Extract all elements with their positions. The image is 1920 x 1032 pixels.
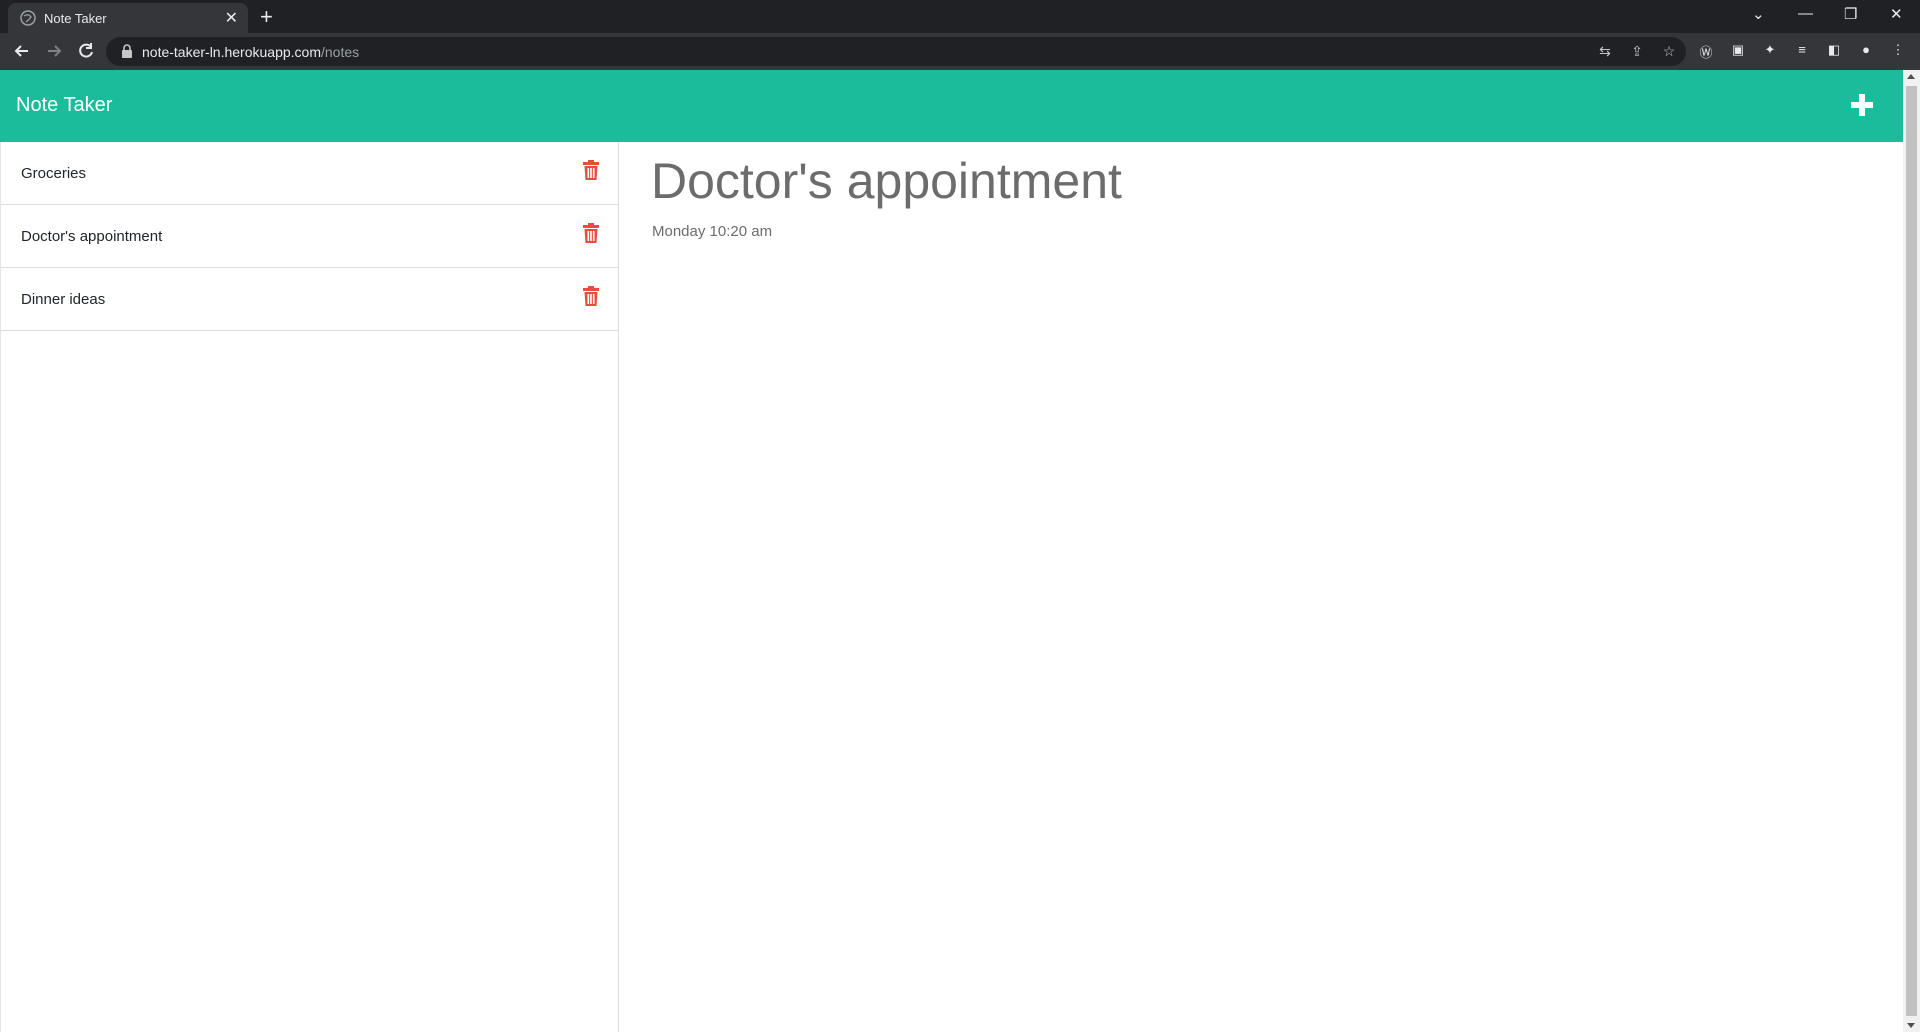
reload-icon[interactable]	[76, 41, 96, 61]
new-note-plus-icon[interactable]	[1849, 92, 1875, 118]
note-label: Doctor's appointment	[21, 228, 163, 245]
minimize-icon[interactable]: —	[1798, 5, 1813, 22]
note-list-item[interactable]: Groceries	[1, 142, 618, 205]
extensions-puzzle-icon[interactable]: ✦	[1760, 42, 1780, 62]
delete-trash-icon[interactable]	[582, 286, 600, 306]
note-label: Dinner ideas	[21, 291, 106, 308]
lock-icon	[122, 44, 132, 58]
browser-tab-bar: Note Taker ✕ + ⌄ — ❐ ✕	[0, 0, 1920, 33]
translate-icon[interactable]: ⇆	[1596, 43, 1614, 61]
share-icon[interactable]: ⇪	[1628, 43, 1646, 61]
note-list-item[interactable]: Dinner ideas	[1, 268, 618, 331]
note-editor: Doctor's appointment Monday 10:20 am	[620, 142, 1903, 1032]
tab-search-icon[interactable]: ⌄	[1752, 5, 1765, 23]
restore-icon[interactable]: ❐	[1844, 5, 1857, 23]
globe-icon	[20, 10, 36, 26]
url-path: /notes	[321, 44, 360, 60]
scroll-up-arrow-icon[interactable]	[1907, 74, 1915, 79]
back-icon[interactable]	[12, 41, 32, 61]
url-host: note-taker-ln.herokuapp.com	[142, 44, 321, 60]
extension-w-icon[interactable]: Ⓦ	[1696, 42, 1716, 62]
browser-tab[interactable]: Note Taker ✕	[8, 3, 248, 33]
delete-trash-icon[interactable]	[582, 160, 600, 180]
close-window-icon[interactable]: ✕	[1890, 5, 1903, 23]
address-bar[interactable]: note-taker-ln.herokuapp.com/notes ⇆ ⇪ ☆	[106, 37, 1686, 66]
url-text: note-taker-ln.herokuapp.com/notes	[142, 44, 359, 60]
close-tab-icon[interactable]: ✕	[225, 8, 238, 28]
bookmark-star-icon[interactable]: ☆	[1660, 43, 1678, 61]
new-tab-icon[interactable]: +	[260, 4, 273, 30]
tab-title: Note Taker	[44, 11, 107, 26]
profile-avatar[interactable]: ●	[1856, 42, 1876, 62]
app-brand[interactable]: Note Taker	[16, 94, 112, 117]
reading-list-icon[interactable]: ≡	[1792, 42, 1812, 62]
note-label: Groceries	[21, 165, 87, 182]
browser-toolbar: note-taker-ln.herokuapp.com/notes ⇆ ⇪ ☆ …	[0, 33, 1920, 70]
note-list-item[interactable]: Doctor's appointment	[1, 205, 618, 268]
browser-menu-icon[interactable]: ⋮	[1888, 42, 1908, 62]
delete-trash-icon[interactable]	[582, 223, 600, 243]
scrollbar-thumb[interactable]	[1906, 86, 1917, 1016]
side-panel-icon[interactable]: ◧	[1824, 42, 1844, 62]
note-textarea[interactable]: Monday 10:20 am	[652, 223, 772, 240]
app-navbar: Note Taker	[0, 70, 1903, 142]
page-scrollbar[interactable]	[1903, 70, 1920, 1032]
note-title[interactable]: Doctor's appointment	[651, 152, 1122, 210]
extension-b-icon[interactable]: ▣	[1728, 42, 1748, 62]
forward-icon[interactable]	[44, 41, 64, 61]
notes-list: Groceries Doctor's appointment Dinner id…	[0, 142, 619, 1032]
scroll-down-arrow-icon[interactable]	[1907, 1023, 1915, 1028]
